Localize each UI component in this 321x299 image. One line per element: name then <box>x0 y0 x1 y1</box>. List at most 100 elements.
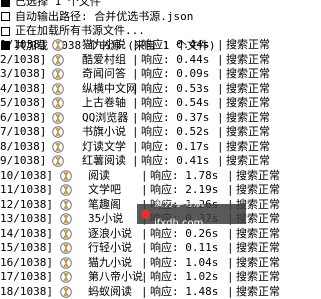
response-time: 响应: 0.11s <box>150 241 218 256</box>
watermark-text: 爱分享导航 ifxdh.com <box>154 194 246 234</box>
column-divider: | <box>217 53 224 68</box>
column-divider: | <box>227 256 234 271</box>
column-divider: | <box>217 111 224 126</box>
log-row: 17/1038]第八帝小说|响应: 1.02s|搜索正常 <box>0 270 321 285</box>
row-index: 14/1038] <box>0 227 53 242</box>
hourglass-icon <box>60 242 72 254</box>
hourglass-icon <box>52 112 64 124</box>
source-name: 红薯阅读 <box>82 154 126 169</box>
search-status: 搜索正常 <box>236 241 280 256</box>
row-index: 17/1038] <box>0 270 53 285</box>
header-line-text: 自动输出路径: 合并优选书源.json <box>15 10 193 25</box>
row-index: 10/1038] <box>0 169 53 184</box>
column-divider: | <box>141 227 148 242</box>
log-row: 7/1038]书旗小说|响应: 0.52s|搜索正常 <box>0 125 321 140</box>
row-index: 1/1038] <box>0 38 46 53</box>
hourglass-icon <box>60 228 72 240</box>
column-divider: | <box>227 270 234 285</box>
hourglass-icon <box>52 126 64 138</box>
search-status: 搜索正常 <box>236 285 280 299</box>
search-status: 搜索正常 <box>226 140 270 155</box>
row-index: 11/1038] <box>0 183 53 198</box>
column-divider: | <box>132 38 139 53</box>
column-divider: | <box>141 285 148 299</box>
column-divider: | <box>217 96 224 111</box>
log-row: 3/1038]奇闻问答|响应: 0.09s|搜索正常 <box>0 67 321 82</box>
column-divider: | <box>132 67 139 82</box>
row-index: 6/1038] <box>0 111 46 126</box>
source-name: QQ浏览器 <box>82 111 128 126</box>
source-name: 35小说 <box>88 212 123 227</box>
column-divider: | <box>132 53 139 68</box>
column-divider: | <box>141 169 148 184</box>
response-time: 响应: 0.52s <box>141 125 209 140</box>
search-status: 搜索正常 <box>236 256 280 271</box>
search-status: 搜索正常 <box>236 270 280 285</box>
hourglass-icon <box>60 184 72 196</box>
watermark: 爱分享导航 ifxdh.com <box>137 204 246 224</box>
log-row: 15/1038]行轻小说|响应: 0.11s|搜索正常 <box>0 241 321 256</box>
search-status: 搜索正常 <box>226 82 270 97</box>
column-divider: | <box>132 96 139 111</box>
row-index: 18/1038] <box>0 285 53 299</box>
hourglass-icon <box>60 170 72 182</box>
row-index: 5/1038] <box>0 96 46 111</box>
search-status: 搜索正常 <box>226 154 270 169</box>
response-time: 响应: 1.04s <box>150 256 218 271</box>
source-name: 逐浪小说 <box>88 227 132 242</box>
row-index: 2/1038] <box>0 53 46 68</box>
response-time: 响应: 0.41s <box>141 154 209 169</box>
log-row: 2/1038]酷爱村组|响应: 0.44s|搜索正常 <box>0 53 321 68</box>
column-divider: | <box>141 256 148 271</box>
source-name: 灯读文学 <box>82 140 126 155</box>
search-status: 搜索正常 <box>226 67 270 82</box>
column-divider: | <box>217 140 224 155</box>
log-row: 4/1038]纵横中文网|响应: 0.53s|搜索正常 <box>0 82 321 97</box>
row-index: 13/1038] <box>0 212 53 227</box>
row-index: 8/1038] <box>0 140 46 155</box>
row-index: 3/1038] <box>0 67 46 82</box>
header-line-text: 正在加载所有书源文件... <box>15 24 145 39</box>
response-time: 响应: 0.44s <box>141 38 209 53</box>
row-index: 4/1038] <box>0 82 46 97</box>
source-name: 猫九小说 <box>82 38 126 53</box>
column-divider: | <box>227 169 234 184</box>
response-time: 响应: 1.02s <box>150 270 218 285</box>
source-name: 猫九小说 <box>88 256 132 271</box>
source-name: 行轻小说 <box>88 241 132 256</box>
search-status: 搜索正常 <box>236 169 280 184</box>
source-name: 奇闻问答 <box>82 67 126 82</box>
source-name: 上古卷轴 <box>82 96 126 111</box>
hourglass-icon <box>52 155 64 167</box>
hourglass-icon <box>52 39 64 51</box>
hourglass-icon <box>52 54 64 66</box>
column-divider: | <box>141 241 148 256</box>
unchecked-box-icon <box>1 12 10 21</box>
row-index: 16/1038] <box>0 256 53 271</box>
log-row: 10/1038]阅读|响应: 1.78s|搜索正常 <box>0 169 321 184</box>
search-status: 搜索正常 <box>226 53 270 68</box>
source-name: 蚂蚁阅读 <box>88 285 132 299</box>
hourglass-icon <box>60 213 72 225</box>
source-check-log: 1/1038]猫九小说|响应: 0.44s|搜索正常2/1038]酷爱村组|响应… <box>0 38 321 299</box>
log-row: 1/1038]猫九小说|响应: 0.44s|搜索正常 <box>0 38 321 53</box>
response-time: 响应: 0.44s <box>141 53 209 68</box>
row-index: 9/1038] <box>0 154 46 169</box>
source-name: 纵横中文网 <box>82 82 137 97</box>
response-time: 响应: 1.48s <box>150 285 218 299</box>
column-divider: | <box>132 154 139 169</box>
column-divider: | <box>227 241 234 256</box>
response-time: 响应: 0.53s <box>141 82 209 97</box>
response-time: 响应: 0.37s <box>141 111 209 126</box>
log-row: 16/1038]猫九小说|响应: 1.04s|搜索正常 <box>0 256 321 271</box>
column-divider: | <box>141 183 148 198</box>
header-line: 正在加载所有书源文件... <box>0 24 321 39</box>
search-status: 搜索正常 <box>226 38 270 53</box>
header-line: 已选择 1 个文件 <box>0 0 321 10</box>
hourglass-icon <box>52 68 64 80</box>
source-name: 阅读 <box>88 169 110 184</box>
column-divider: | <box>141 270 148 285</box>
hourglass-icon <box>52 97 64 109</box>
log-row: 9/1038]红薯阅读|响应: 0.41s|搜索正常 <box>0 154 321 169</box>
response-time: 响应: 0.54s <box>141 96 209 111</box>
